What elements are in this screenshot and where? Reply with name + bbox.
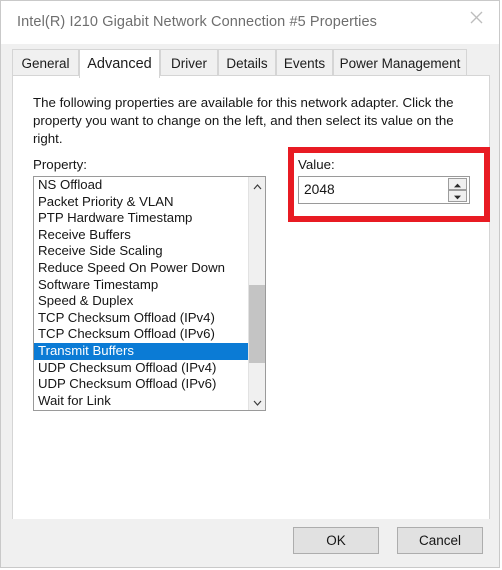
list-item[interactable]: UDP Checksum Offload (IPv6) [34,376,249,393]
property-listbox[interactable]: NS Offload Packet Priority & VLAN PTP Ha… [33,176,266,411]
chevron-down-icon [253,393,262,411]
list-item[interactable]: Software Timestamp [34,277,249,294]
list-item-selected[interactable]: Transmit Buffers [34,342,249,360]
spinner-down-icon [453,187,462,205]
window-title: Intel(R) I210 Gigabit Network Connection… [17,14,378,30]
stepper-down-button[interactable] [448,190,467,202]
tab-power-management[interactable]: Power Management [333,49,467,76]
advanced-tab-page: The following properties are available f… [12,75,490,520]
list-item[interactable]: TCP Checksum Offload (IPv6) [34,326,249,343]
tab-events[interactable]: Events [276,49,333,76]
ok-button[interactable]: OK [293,527,379,554]
close-icon [470,11,483,24]
scrollbar-thumb[interactable] [249,285,265,363]
cancel-button[interactable]: Cancel [397,527,483,554]
list-item[interactable]: NS Offload [34,177,249,194]
tab-label: Driver [171,55,207,71]
list-item[interactable]: Receive Side Scaling [34,243,249,260]
property-list-items: NS Offload Packet Priority & VLAN PTP Ha… [34,177,249,409]
chevron-up-icon [253,177,262,195]
value-label: Value: [298,157,335,172]
list-item[interactable]: Reduce Speed On Power Down [34,260,249,277]
scroll-down-button[interactable] [249,393,265,410]
list-item[interactable]: PTP Hardware Timestamp [34,210,249,227]
description-text: The following properties are available f… [33,95,454,146]
list-item[interactable]: Speed & Duplex [34,293,249,310]
close-button[interactable] [453,1,499,34]
value-input[interactable]: 2048 [304,177,335,203]
scroll-up-button[interactable] [249,177,265,194]
tab-label: Power Management [339,55,461,71]
cancel-button-label: Cancel [418,533,462,548]
list-item[interactable]: Receive Buffers [34,227,249,244]
tab-details[interactable]: Details [218,49,276,76]
list-item[interactable]: Packet Priority & VLAN [34,194,249,211]
tab-driver[interactable]: Driver [160,49,218,76]
properties-dialog: Intel(R) I210 Gigabit Network Connection… [0,0,500,568]
list-item[interactable]: Wait for Link [34,393,249,410]
tab-advanced[interactable]: Advanced [79,49,160,78]
title-bar: Intel(R) I210 Gigabit Network Connection… [1,1,499,44]
property-list-scrollbar[interactable] [248,177,265,410]
tab-label: General [21,55,70,71]
value-spinbox[interactable]: 2048 [298,176,470,204]
tab-label: Events [283,55,326,71]
tab-general[interactable]: General [12,49,79,76]
list-item[interactable]: UDP Checksum Offload (IPv4) [34,360,249,377]
ok-button-label: OK [326,533,346,548]
list-item[interactable]: TCP Checksum Offload (IPv4) [34,310,249,327]
tab-label: Advanced [87,56,152,72]
tab-strip: General Advanced Driver Details Events P… [12,49,490,78]
property-label: Property: [33,157,87,172]
value-stepper[interactable] [448,178,467,202]
tab-label: Details [226,55,268,71]
dialog-footer: OK Cancel [1,519,499,567]
